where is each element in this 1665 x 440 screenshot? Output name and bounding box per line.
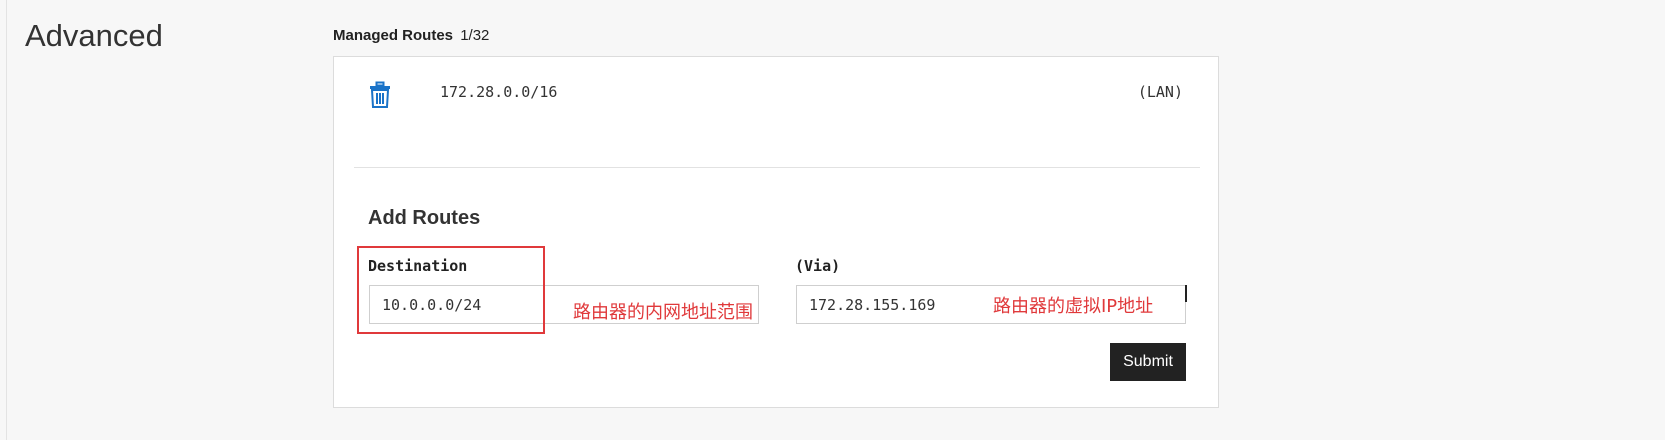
route-destination: 172.28.0.0/16 — [440, 83, 558, 101]
via-label: (Via) — [795, 257, 841, 275]
section-title: Advanced — [25, 18, 163, 53]
managed-routes-header: Managed Routes 1/32 — [333, 27, 489, 44]
submit-button[interactable]: Submit — [1110, 343, 1186, 381]
managed-routes-count: 1/32 — [460, 27, 490, 44]
text-cursor — [1185, 285, 1187, 302]
managed-routes-label: Managed Routes — [333, 27, 454, 44]
left-border — [6, 0, 7, 440]
route-tag: (LAN) — [1137, 83, 1183, 101]
route-row: 172.28.0.0/16 (LAN) — [334, 57, 1218, 137]
via-annotation: 路由器的虚拟IP地址 — [993, 296, 1154, 317]
trash-icon[interactable] — [368, 81, 392, 109]
destination-highlight-box — [357, 246, 545, 334]
divider — [354, 167, 1200, 168]
add-routes-heading: Add Routes — [368, 207, 481, 229]
destination-annotation: 路由器的内网地址范围 — [573, 302, 753, 323]
managed-routes-panel: 172.28.0.0/16 (LAN) Add Routes Destinati… — [333, 56, 1219, 408]
